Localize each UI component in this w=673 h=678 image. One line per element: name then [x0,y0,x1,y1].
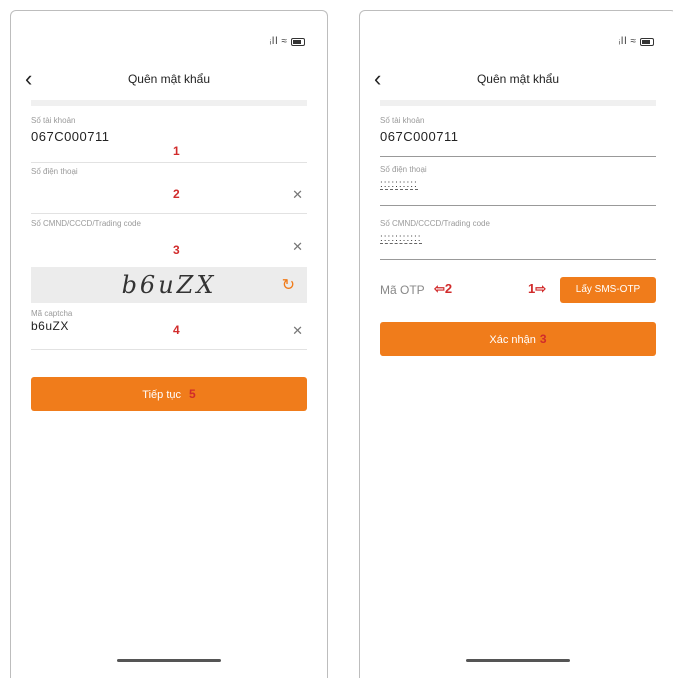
id-label: Số CMND/CCCD/Trading code [380,219,490,228]
confirm-label: Xác nhận [489,334,536,346]
step-marker-5: 5 [189,387,196,401]
id-field[interactable]: Số CMND/CCCD/Trading code ✕ [31,219,307,263]
signal-icon: ᵢll [269,36,279,47]
clear-id-close-icon[interactable]: ✕ [292,239,303,255]
phone-masked-value[interactable]: :::::::::: [380,180,418,190]
phone-field[interactable]: Số điện thoại :::::::::: [380,165,656,206]
phone-screen-left: ᵢll ≈ ‹ Quên mật khẩu Số tài khoản 067C0… [10,10,328,678]
get-sms-otp-button[interactable]: Lấy SMS-OTP [560,277,656,303]
continue-label: Tiếp tục [142,389,182,401]
captcha-image: b6uZX ↻ [31,267,307,303]
id-masked-value[interactable]: ::::::::::: [380,234,422,244]
step-marker-4: 4 [173,323,180,337]
signal-icon: ᵢll [618,36,628,47]
wifi-icon: ≈ [281,36,288,47]
account-field[interactable]: Số tài khoản 067C000711 [31,116,307,163]
phone-field[interactable]: Số điện thoại ✕ [31,167,307,214]
step-marker-1: 1 [173,144,180,158]
captcha-field[interactable]: Mã captcha b6uZX ✕ [31,309,307,350]
step-marker-2-arrow: ⇦2 [434,281,453,296]
page-title: Quên mật khẩu [476,72,560,86]
captcha-text: b6uZX [121,271,217,299]
id-field[interactable]: Số CMND/CCCD/Trading code ::::::::::: [380,219,656,260]
account-value[interactable]: 067C000711 [31,129,307,144]
header: ‹ Quên mật khẩu [360,66,673,96]
refresh-icon[interactable]: ↻ [282,275,295,295]
otp-row: Mã OTP ⇦2 1⇨ Lấy SMS-OTP [380,275,656,305]
captcha-label: Mã captcha [31,309,73,318]
step-marker-3: 3 [539,332,547,346]
phone-screen-right: ᵢll ≈ ‹ Quên mật khẩu Số tài khoản 067C0… [359,10,673,678]
page-title: Quên mật khẩu [127,72,211,86]
wifi-icon: ≈ [630,36,637,47]
account-label: Số tài khoản [31,116,76,125]
battery-icon [640,37,654,46]
phone-label: Số điện thoại [380,165,427,174]
step-marker-2: 2 [173,187,180,201]
step-marker-1-arrow: 1⇨ [528,281,547,296]
divider [31,100,307,106]
clear-phone-close-icon[interactable]: ✕ [292,187,303,203]
header: ‹ Quên mật khẩu [11,66,327,96]
continue-button[interactable]: Tiếp tục 5 [31,377,307,411]
home-indicator [117,659,221,662]
captcha-value[interactable]: b6uZX [31,319,307,333]
divider [380,100,656,106]
status-bar: ᵢll ≈ [269,36,305,47]
phone-label: Số điện thoại [31,167,78,176]
step-marker-3: 3 [173,243,180,257]
clear-captcha-close-icon[interactable]: ✕ [292,323,303,339]
account-value[interactable]: 067C000711 [380,129,656,144]
battery-icon [291,37,305,46]
otp-label[interactable]: Mã OTP [380,283,425,297]
account-label: Số tài khoản [380,116,425,125]
id-label: Số CMND/CCCD/Trading code [31,219,141,228]
home-indicator [466,659,570,662]
status-bar: ᵢll ≈ [618,36,654,47]
account-field[interactable]: Số tài khoản 067C000711 [380,116,656,157]
confirm-button[interactable]: Xác nhận 3 [380,322,656,356]
